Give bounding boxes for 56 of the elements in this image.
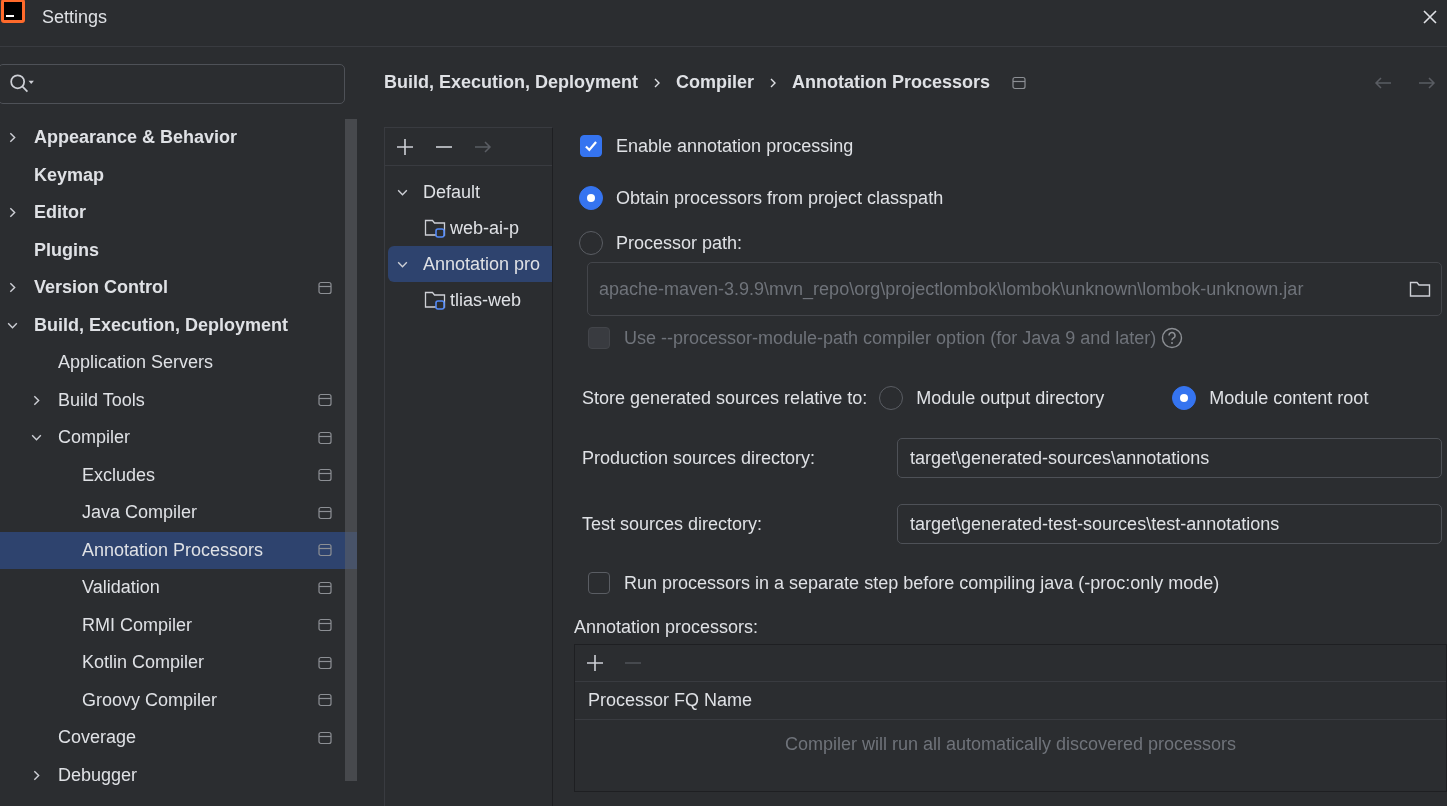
sidebar-item[interactable]: Debugger xyxy=(0,756,357,794)
sidebar-item[interactable]: Excludes xyxy=(0,456,357,494)
sidebar-item[interactable]: RMI Compiler xyxy=(0,606,357,644)
sidebar-item[interactable]: Version Control xyxy=(0,269,357,307)
profile-item[interactable]: Default xyxy=(388,174,552,210)
sidebar-item[interactable]: Appearance & Behavior xyxy=(0,119,357,157)
module-folder-icon xyxy=(424,217,448,239)
profile-item[interactable]: web-ai-p xyxy=(388,210,552,246)
plus-icon[interactable] xyxy=(395,136,415,157)
sidebar-item[interactable]: Compiler xyxy=(0,419,357,457)
directory-field[interactable]: target\generated-test-sources\test-annotations xyxy=(897,504,1442,544)
sidebar-item[interactable]: Kotlin Compiler xyxy=(0,644,357,682)
scrollbar[interactable] xyxy=(345,119,357,781)
sidebar-item[interactable]: Build Tools xyxy=(0,381,357,419)
radio-label: Obtain processors from project classpath xyxy=(616,187,944,209)
column-header[interactable]: Processor FQ Name xyxy=(588,690,753,711)
help-icon[interactable] xyxy=(1161,327,1184,349)
search-icon xyxy=(9,73,35,95)
sidebar-item[interactable]: Groovy Compiler xyxy=(0,681,357,719)
window-title: Settings xyxy=(42,6,108,28)
sidebar-item[interactable]: Keymap xyxy=(0,156,357,194)
checkbox-label: Enable annotation processing xyxy=(616,135,854,157)
window-icon xyxy=(1012,75,1027,90)
profile-item[interactable]: Annotation pro xyxy=(388,246,552,282)
radio-label: Module content root xyxy=(1209,387,1369,409)
sidebar-item[interactable]: Application Servers xyxy=(0,344,357,382)
sidebar-item[interactable]: Plugins xyxy=(0,231,357,269)
sidebar-item[interactable]: Coverage xyxy=(0,719,357,757)
module-folder-icon xyxy=(424,289,448,311)
section-label: Annotation processors: xyxy=(574,617,760,638)
radio-label: Processor path: xyxy=(616,232,743,254)
checkbox[interactable] xyxy=(580,135,602,157)
field-label: Production sources directory: xyxy=(582,447,817,469)
field-label: Test sources directory: xyxy=(582,513,764,535)
sidebar-item[interactable]: Java Compiler xyxy=(0,494,357,532)
sidebar-item[interactable]: Build, Execution, Deployment xyxy=(0,306,357,344)
search-field[interactable] xyxy=(0,64,345,104)
breadcrumb-item[interactable]: Annotation Processors xyxy=(792,72,991,93)
radio-button[interactable] xyxy=(579,186,603,210)
plus-icon[interactable] xyxy=(585,653,605,673)
radio-label: Module output directory xyxy=(916,387,1105,409)
checkbox-label: Run processors in a separate step before compiling java (-proc:only mode) xyxy=(624,572,1220,594)
sidebar-item[interactable]: Editor xyxy=(0,194,357,232)
close-icon[interactable] xyxy=(1422,9,1438,25)
sidebar-item[interactable]: Annotation Processors xyxy=(0,531,357,569)
checkbox-label: Use --processor-module-path compiler option (for Java 9 and later) xyxy=(624,327,1157,349)
app-logo-icon xyxy=(0,0,26,24)
directory-field[interactable]: target\generated-sources\annotations xyxy=(897,438,1442,478)
breadcrumb-item[interactable]: Build, Execution, Deployment xyxy=(384,72,639,93)
checkbox[interactable] xyxy=(588,572,610,594)
profile-item[interactable]: tlias-web xyxy=(388,282,552,318)
radio-button[interactable] xyxy=(1172,386,1197,410)
sidebar-item[interactable]: Validation xyxy=(0,569,357,607)
empty-table-message: Compiler will run all automatically discovered processors xyxy=(784,734,1237,756)
breadcrumb-item[interactable]: Compiler xyxy=(676,72,755,93)
field-label: Store generated sources relative to: xyxy=(582,387,868,409)
